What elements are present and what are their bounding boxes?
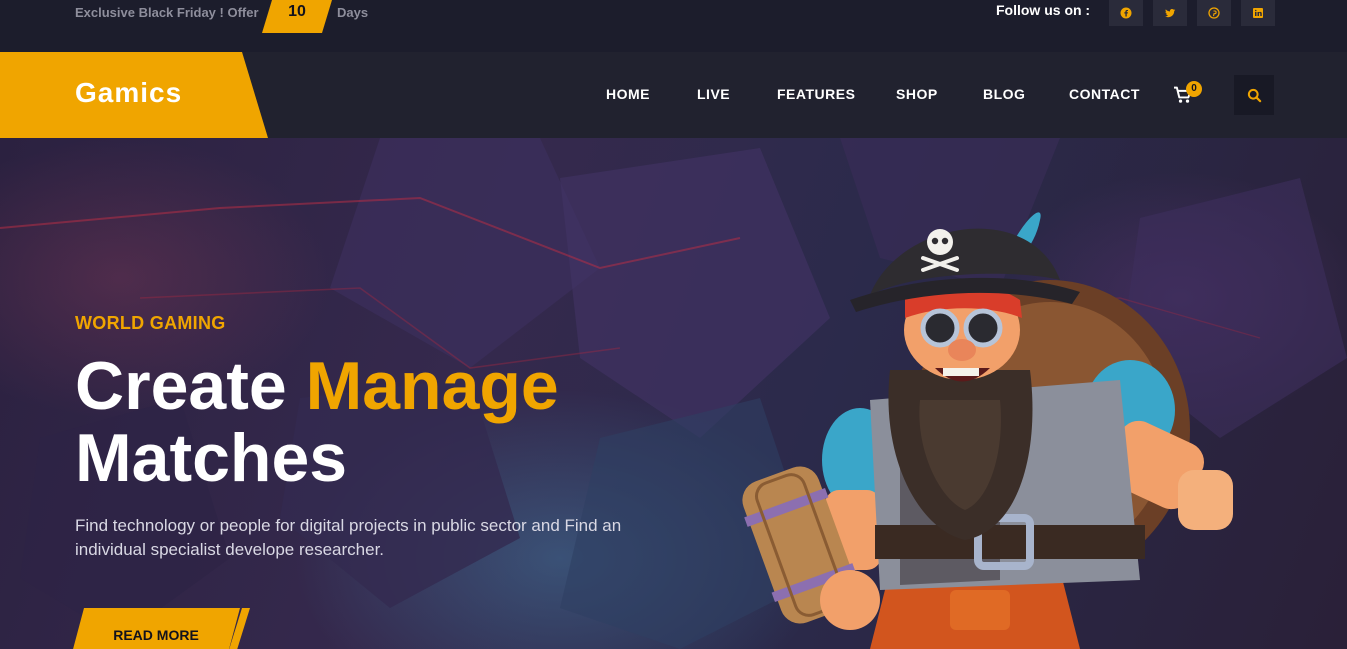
top-bar: Exclusive Black Friday ! Offer 10 Days F… <box>0 0 1347 52</box>
nav-blog[interactable]: BLOG <box>983 85 1025 103</box>
nav-home[interactable]: HOME <box>606 85 650 103</box>
twitter-link[interactable] <box>1153 0 1187 26</box>
search-button[interactable] <box>1234 75 1274 115</box>
follow-label: Follow us on : <box>996 2 1091 18</box>
twitter-icon <box>1165 8 1176 18</box>
pinterest-icon <box>1208 7 1220 19</box>
linkedin-icon <box>1253 8 1263 18</box>
facebook-link[interactable] <box>1109 0 1143 26</box>
hero-headline: Create Manage Matches <box>75 350 559 494</box>
facebook-icon <box>1120 7 1132 19</box>
hero-banner: WORLD GAMING Create Manage Matches Find … <box>0 138 1347 649</box>
read-more-button[interactable]: READ MORE <box>72 608 240 649</box>
nav-contact[interactable]: CONTACT <box>1069 85 1140 103</box>
pinterest-link[interactable] <box>1197 0 1231 26</box>
nav-shop[interactable]: SHOP <box>896 85 938 103</box>
headline-text-1: Create <box>75 348 306 424</box>
nav-features[interactable]: FEATURES <box>777 85 855 103</box>
linkedin-link[interactable] <box>1241 0 1275 26</box>
hero-description: Find technology or people for digital pr… <box>75 516 622 559</box>
cart-count-badge: 0 <box>1186 81 1202 97</box>
headline-accent: Manage <box>305 348 559 424</box>
main-navbar: Gamics HOME LIVE FEATURES SHOP BLOG CONT… <box>0 52 1347 138</box>
nav-live[interactable]: LIVE <box>697 85 730 103</box>
hero-eyebrow: WORLD GAMING <box>75 313 226 333</box>
offer-text: Exclusive Black Friday ! Offer <box>75 5 259 20</box>
logo-text[interactable]: Gamics <box>75 76 182 110</box>
search-icon <box>1247 88 1261 102</box>
offer-unit: Days <box>337 5 369 20</box>
headline-text-2: Matches <box>75 420 348 496</box>
offer-count-badge: 10 <box>262 0 332 33</box>
pirate-character-illustration <box>742 212 1233 649</box>
